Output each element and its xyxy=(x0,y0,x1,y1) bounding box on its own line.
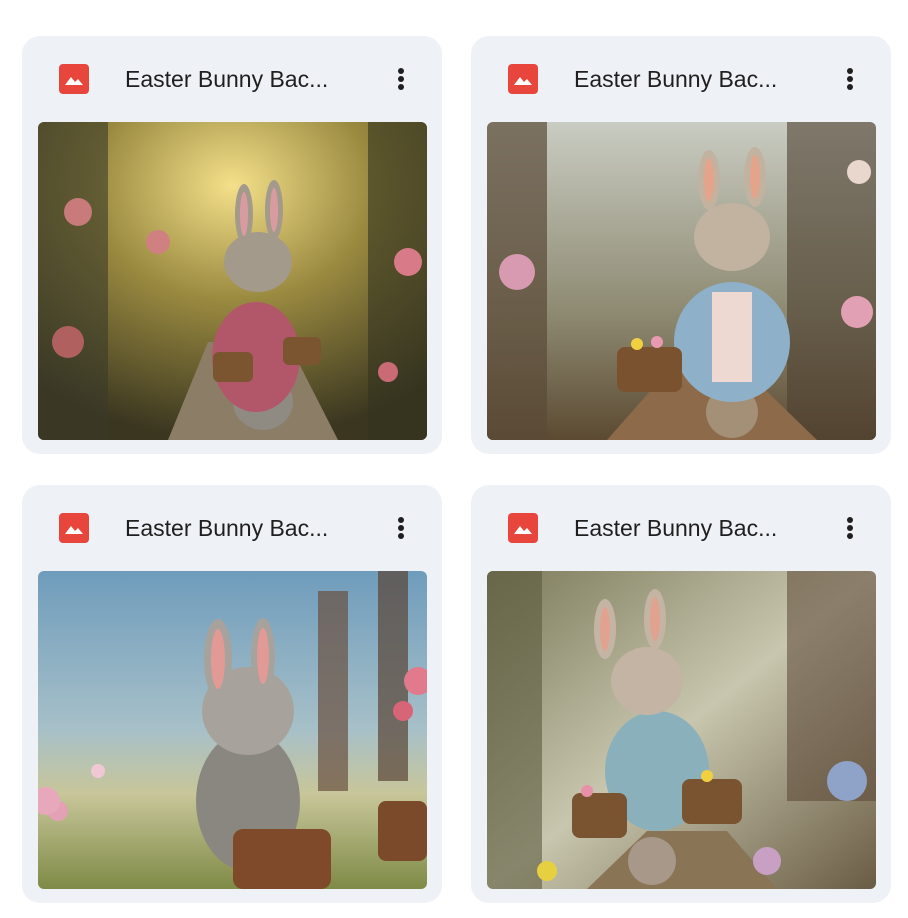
more-options-button[interactable] xyxy=(382,509,420,547)
more-options-button[interactable] xyxy=(831,509,869,547)
more-vert-icon xyxy=(398,517,404,523)
file-thumbnail[interactable] xyxy=(487,122,876,440)
file-thumbnail[interactable] xyxy=(38,571,427,889)
file-card-header: Easter Bunny Bac... xyxy=(22,485,442,571)
file-card-header: Easter Bunny Bac... xyxy=(471,485,891,571)
file-card[interactable]: Easter Bunny Bac... xyxy=(471,36,891,454)
file-card[interactable]: Easter Bunny Bac... xyxy=(22,485,442,903)
more-vert-icon xyxy=(847,517,853,523)
image-file-icon xyxy=(59,64,89,94)
file-grid: Easter Bunny Bac... Easter Bunny Bac... … xyxy=(0,0,908,918)
file-thumbnail[interactable] xyxy=(38,122,427,440)
image-file-icon xyxy=(508,513,538,543)
more-options-button[interactable] xyxy=(831,60,869,98)
file-card-header: Easter Bunny Bac... xyxy=(22,36,442,122)
file-card[interactable]: Easter Bunny Bac... xyxy=(471,485,891,903)
image-file-icon xyxy=(508,64,538,94)
file-title[interactable]: Easter Bunny Bac... xyxy=(125,513,365,543)
image-file-icon xyxy=(59,513,89,543)
more-options-button[interactable] xyxy=(382,60,420,98)
more-vert-icon xyxy=(847,68,853,74)
file-title[interactable]: Easter Bunny Bac... xyxy=(574,64,814,94)
file-card[interactable]: Easter Bunny Bac... xyxy=(22,36,442,454)
file-title[interactable]: Easter Bunny Bac... xyxy=(125,64,365,94)
file-thumbnail[interactable] xyxy=(487,571,876,889)
file-card-header: Easter Bunny Bac... xyxy=(471,36,891,122)
file-title[interactable]: Easter Bunny Bac... xyxy=(574,513,814,543)
more-vert-icon xyxy=(398,68,404,74)
